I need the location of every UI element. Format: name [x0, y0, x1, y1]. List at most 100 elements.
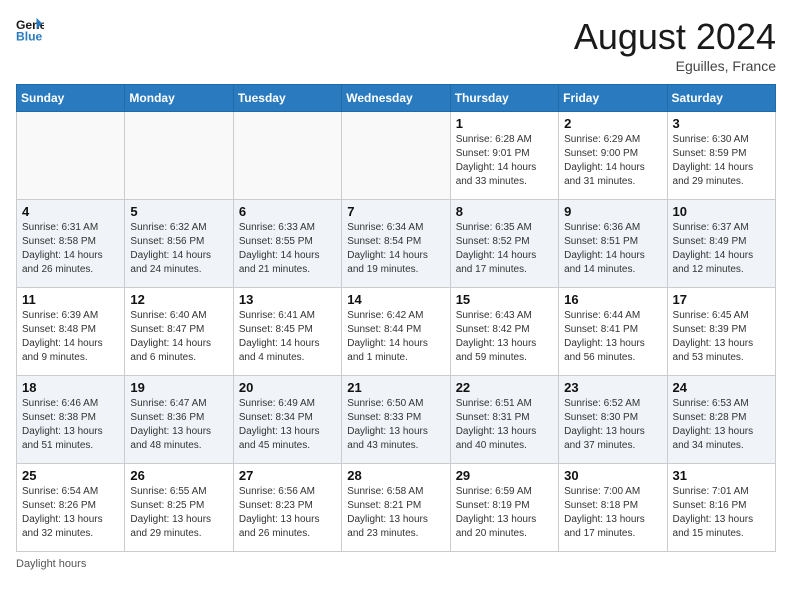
- day-number: 20: [239, 380, 336, 395]
- day-content: Sunrise: 6:51 AM Sunset: 8:31 PM Dayligh…: [456, 397, 553, 453]
- calendar-cell: [233, 112, 341, 200]
- calendar-cell: 23Sunrise: 6:52 AM Sunset: 8:30 PM Dayli…: [559, 376, 667, 464]
- daylight-label: Daylight hours: [16, 558, 86, 570]
- calendar-cell: 9 Sunrise: 6:36 AM Sunset: 8:51 PM Daylig…: [559, 200, 667, 288]
- day-number: 13: [239, 292, 336, 307]
- calendar-cell: 30 Sunrise: 7:00 AM Sunset: 8:18 PM Dayli…: [559, 464, 667, 552]
- calendar-table: SundayMondayTuesdayWednesdayThursdayFrid…: [16, 84, 776, 552]
- day-number: 22: [456, 380, 553, 395]
- calendar-cell: 20 Sunrise: 6:49 AM Sunset: 8:34 PM Dayli…: [233, 376, 341, 464]
- day-number: 24: [673, 380, 770, 395]
- day-header-sunday: Sunday: [17, 85, 125, 112]
- day-content: Sunrise: 6:45 AM Sunset: 8:39 PM Dayligh…: [673, 309, 770, 365]
- calendar-cell: 8Sunrise: 6:35 AM Sunset: 8:52 PM Daylig…: [450, 200, 558, 288]
- calendar-cell: 7 Sunrise: 6:34 AM Sunset: 8:54 PM Daylig…: [342, 200, 450, 288]
- day-content: Sunrise: 6:34 AM Sunset: 8:54 PM Dayligh…: [347, 221, 444, 277]
- day-number: 28: [347, 468, 444, 483]
- day-content: Sunrise: 6:31 AM Sunset: 8:58 PM Dayligh…: [22, 221, 119, 277]
- day-content: Sunrise: 6:59 AM Sunset: 8:19 PM Dayligh…: [456, 485, 553, 541]
- day-number: 31: [673, 468, 770, 483]
- svg-text:Blue: Blue: [16, 29, 43, 43]
- day-number: 11: [22, 292, 119, 307]
- day-content: Sunrise: 7:01 AM Sunset: 8:16 PM Dayligh…: [673, 485, 770, 541]
- month-year-title: August 2024: [574, 16, 776, 58]
- calendar-cell: 31 Sunrise: 7:01 AM Sunset: 8:16 PM Dayli…: [667, 464, 775, 552]
- day-number: 5: [130, 204, 227, 219]
- day-content: Sunrise: 6:49 AM Sunset: 8:34 PM Dayligh…: [239, 397, 336, 453]
- footer-note: Daylight hours: [16, 558, 776, 570]
- calendar-cell: 17 Sunrise: 6:45 AM Sunset: 8:39 PM Dayli…: [667, 288, 775, 376]
- day-number: 21: [347, 380, 444, 395]
- day-number: 6: [239, 204, 336, 219]
- calendar-cell: 13Sunrise: 6:41 AM Sunset: 8:45 PM Dayli…: [233, 288, 341, 376]
- day-number: 15: [456, 292, 553, 307]
- calendar-cell: 10 Sunrise: 6:37 AM Sunset: 8:49 PM Dayli…: [667, 200, 775, 288]
- day-content: Sunrise: 7:00 AM Sunset: 8:18 PM Dayligh…: [564, 485, 661, 541]
- calendar-cell: 15 Sunrise: 6:43 AM Sunset: 8:42 PM Dayli…: [450, 288, 558, 376]
- day-content: Sunrise: 6:50 AM Sunset: 8:33 PM Dayligh…: [347, 397, 444, 453]
- day-header-thursday: Thursday: [450, 85, 558, 112]
- day-number: 25: [22, 468, 119, 483]
- day-content: Sunrise: 6:29 AM Sunset: 9:00 PM Dayligh…: [564, 133, 661, 189]
- calendar-cell: 1 Sunrise: 6:28 AM Sunset: 9:01 PM Daylig…: [450, 112, 558, 200]
- day-number: 26: [130, 468, 227, 483]
- day-number: 3: [673, 116, 770, 131]
- day-content: Sunrise: 6:36 AM Sunset: 8:51 PM Dayligh…: [564, 221, 661, 277]
- day-number: 17: [673, 292, 770, 307]
- day-content: Sunrise: 6:46 AM Sunset: 8:38 PM Dayligh…: [22, 397, 119, 453]
- day-content: Sunrise: 6:44 AM Sunset: 8:41 PM Dayligh…: [564, 309, 661, 365]
- day-header-wednesday: Wednesday: [342, 85, 450, 112]
- calendar-cell: 19 Sunrise: 6:47 AM Sunset: 8:36 PM Dayli…: [125, 376, 233, 464]
- day-content: Sunrise: 6:43 AM Sunset: 8:42 PM Dayligh…: [456, 309, 553, 365]
- day-content: Sunrise: 6:32 AM Sunset: 8:56 PM Dayligh…: [130, 221, 227, 277]
- calendar-cell: 4 Sunrise: 6:31 AM Sunset: 8:58 PM Daylig…: [17, 200, 125, 288]
- day-number: 4: [22, 204, 119, 219]
- page-header: General Blue August 2024 Eguilles, Franc…: [16, 16, 776, 74]
- day-number: 12: [130, 292, 227, 307]
- day-number: 14: [347, 292, 444, 307]
- day-header-friday: Friday: [559, 85, 667, 112]
- logo: General Blue: [16, 16, 44, 44]
- day-number: 9: [564, 204, 661, 219]
- calendar-cell: 2 Sunrise: 6:29 AM Sunset: 9:00 PM Daylig…: [559, 112, 667, 200]
- day-number: 30: [564, 468, 661, 483]
- day-header-tuesday: Tuesday: [233, 85, 341, 112]
- calendar-cell: 14 Sunrise: 6:42 AM Sunset: 8:44 PM Dayli…: [342, 288, 450, 376]
- calendar-cell: 6Sunrise: 6:33 AM Sunset: 8:55 PM Daylig…: [233, 200, 341, 288]
- day-header-saturday: Saturday: [667, 85, 775, 112]
- calendar-cell: 27Sunrise: 6:56 AM Sunset: 8:23 PM Dayli…: [233, 464, 341, 552]
- day-number: 18: [22, 380, 119, 395]
- day-number: 19: [130, 380, 227, 395]
- day-number: 29: [456, 468, 553, 483]
- calendar-cell: [125, 112, 233, 200]
- day-content: Sunrise: 6:58 AM Sunset: 8:21 PM Dayligh…: [347, 485, 444, 541]
- day-number: 23: [564, 380, 661, 395]
- day-content: Sunrise: 6:47 AM Sunset: 8:36 PM Dayligh…: [130, 397, 227, 453]
- calendar-cell: [342, 112, 450, 200]
- calendar-cell: 3Sunrise: 6:30 AM Sunset: 8:59 PM Daylig…: [667, 112, 775, 200]
- calendar-cell: 22 Sunrise: 6:51 AM Sunset: 8:31 PM Dayli…: [450, 376, 558, 464]
- day-number: 1: [456, 116, 553, 131]
- day-content: Sunrise: 6:40 AM Sunset: 8:47 PM Dayligh…: [130, 309, 227, 365]
- day-content: Sunrise: 6:54 AM Sunset: 8:26 PM Dayligh…: [22, 485, 119, 541]
- day-number: 7: [347, 204, 444, 219]
- calendar-cell: 29 Sunrise: 6:59 AM Sunset: 8:19 PM Dayli…: [450, 464, 558, 552]
- logo-icon: General Blue: [16, 16, 44, 44]
- day-content: Sunrise: 6:28 AM Sunset: 9:01 PM Dayligh…: [456, 133, 553, 189]
- title-section: August 2024 Eguilles, France: [574, 16, 776, 74]
- calendar-cell: 16 Sunrise: 6:44 AM Sunset: 8:41 PM Dayli…: [559, 288, 667, 376]
- calendar-cell: 5 Sunrise: 6:32 AM Sunset: 8:56 PM Daylig…: [125, 200, 233, 288]
- calendar-cell: 25 Sunrise: 6:54 AM Sunset: 8:26 PM Dayli…: [17, 464, 125, 552]
- day-content: Sunrise: 6:53 AM Sunset: 8:28 PM Dayligh…: [673, 397, 770, 453]
- day-content: Sunrise: 6:37 AM Sunset: 8:49 PM Dayligh…: [673, 221, 770, 277]
- day-content: Sunrise: 6:55 AM Sunset: 8:25 PM Dayligh…: [130, 485, 227, 541]
- day-content: Sunrise: 6:42 AM Sunset: 8:44 PM Dayligh…: [347, 309, 444, 365]
- calendar-cell: 24 Sunrise: 6:53 AM Sunset: 8:28 PM Dayli…: [667, 376, 775, 464]
- location-label: Eguilles, France: [574, 58, 776, 74]
- day-content: Sunrise: 6:35 AM Sunset: 8:52 PM Dayligh…: [456, 221, 553, 277]
- day-number: 10: [673, 204, 770, 219]
- calendar-cell: 11Sunrise: 6:39 AM Sunset: 8:48 PM Dayli…: [17, 288, 125, 376]
- day-number: 16: [564, 292, 661, 307]
- day-number: 27: [239, 468, 336, 483]
- day-number: 2: [564, 116, 661, 131]
